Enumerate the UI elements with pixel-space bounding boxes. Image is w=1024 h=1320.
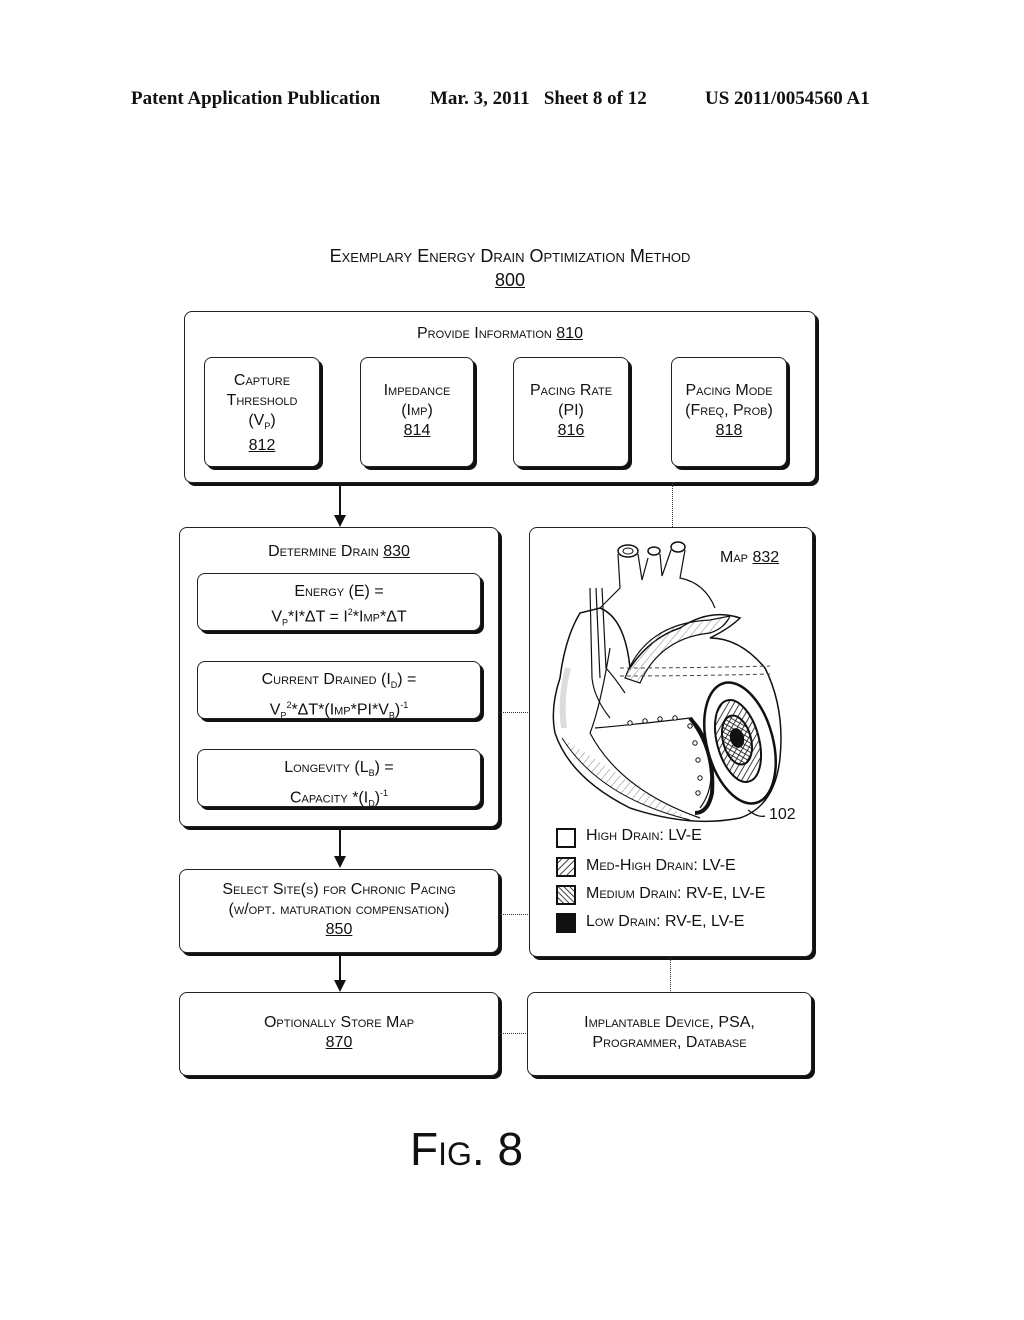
item-ref: 812 (248, 437, 276, 455)
date-sheet: Mar. 3, 2011 Sheet 8 of 12 (430, 88, 647, 109)
figure-caption: Fig. 8 (410, 1123, 524, 1175)
connector-arrow (339, 483, 341, 517)
longevity-box: Longevity (LB) = Capacity *(ID)-1 (197, 749, 481, 809)
figure-ref: 800 (494, 270, 526, 290)
arrow-head (334, 856, 346, 868)
store-ref: 870 (325, 1034, 353, 1051)
determine-drain-label: Determine Drain 830 (268, 543, 410, 560)
dotted-connector (499, 914, 528, 915)
legend-swatch-low (556, 913, 576, 933)
select-sites-box: Select Site(s) for Chronic Pacing (w/opt… (179, 869, 499, 953)
provide-information-label: Provide Information 810 (185, 324, 815, 344)
item-line: Threshold (226, 392, 298, 409)
item-line: (Freq, Prob) (685, 402, 773, 419)
legend-swatch-high (556, 828, 576, 848)
legend-swatch-med-high (556, 857, 576, 877)
legend-label: Med-High Drain: LV-E (586, 857, 736, 874)
formula-line: VP2*ΔT*(Imp*PI*VB)-1 (269, 700, 409, 721)
connector-arrow (339, 954, 341, 982)
energy-formula-box: Energy (E) = VP*I*ΔT = I2*Imp*ΔT (197, 573, 481, 631)
item-line: Capture (233, 372, 291, 389)
device-ref-label: 102 (769, 806, 796, 823)
formula-line: VP*I*ΔT = I2*Imp*ΔT (271, 607, 407, 628)
patent-number: US 2011/0054560 A1 (705, 88, 870, 109)
formula-line: Longevity (LB) = (284, 759, 394, 779)
item-line: (PI) (558, 402, 584, 419)
map-box: Map 832 102 High Drain: LV-E Med-High Dr… (529, 527, 813, 957)
legend-swatch-medium (556, 885, 576, 905)
item-ref: 816 (557, 422, 585, 439)
provide-ref: 810 (556, 325, 583, 342)
arrow-head (334, 515, 346, 527)
connector-arrow (339, 828, 341, 858)
select-line: Select Site(s) for Chronic Pacing (222, 881, 456, 898)
item-line: (VP) (248, 412, 276, 432)
item-line: Impedance (383, 382, 451, 399)
current-drained-box: Current Drained (ID) = VP2*ΔT*(Imp*PI*VB… (197, 661, 481, 721)
legend-label: High Drain: LV-E (586, 827, 702, 844)
select-ref: 850 (325, 921, 353, 938)
legend-label: Medium Drain: RV-E, LV-E (586, 885, 766, 902)
pacing-rate-box: Pacing Rate (PI) 816 (513, 357, 629, 467)
provide-label-text: Provide Information (416, 325, 557, 342)
store-map-box: Optionally Store Map 870 (179, 992, 499, 1076)
pacing-mode-box: Pacing Mode (Freq, Prob) 818 (671, 357, 787, 467)
dotted-connector (499, 1033, 526, 1034)
devices-line: Implantable Device, PSA, (584, 1014, 755, 1031)
formula-line: Energy (E) = (294, 583, 384, 600)
dotted-connector (499, 712, 528, 713)
item-ref: 814 (403, 422, 431, 439)
figure-title: Exemplary Energy Drain Optimization Meth… (329, 246, 691, 266)
item-line: Pacing Rate (529, 382, 613, 399)
arrow-head (334, 980, 346, 992)
devices-box: Implantable Device, PSA, Programmer, Dat… (527, 992, 812, 1076)
item-line: (Imp) (401, 402, 433, 419)
capture-threshold-box: Capture Threshold (VP) 812 (204, 357, 320, 467)
formula-line: Capacity *(ID)-1 (289, 788, 389, 809)
dotted-connector (670, 958, 671, 991)
legend-label: Low Drain: RV-E, LV-E (586, 913, 745, 930)
devices-line: Programmer, Database (592, 1034, 747, 1051)
select-line: (w/opt. maturation compensation) (228, 901, 450, 918)
impedance-box: Impedance (Imp) 814 (360, 357, 474, 467)
store-line: Optionally Store Map (263, 1014, 415, 1031)
heart-illustration (552, 541, 782, 823)
dotted-connector (672, 483, 673, 527)
item-ref: 818 (715, 422, 743, 439)
publication-label: Patent Application Publication (131, 88, 381, 109)
formula-line: Current Drained (ID) = (261, 671, 417, 691)
item-line: Pacing Mode (685, 382, 773, 399)
